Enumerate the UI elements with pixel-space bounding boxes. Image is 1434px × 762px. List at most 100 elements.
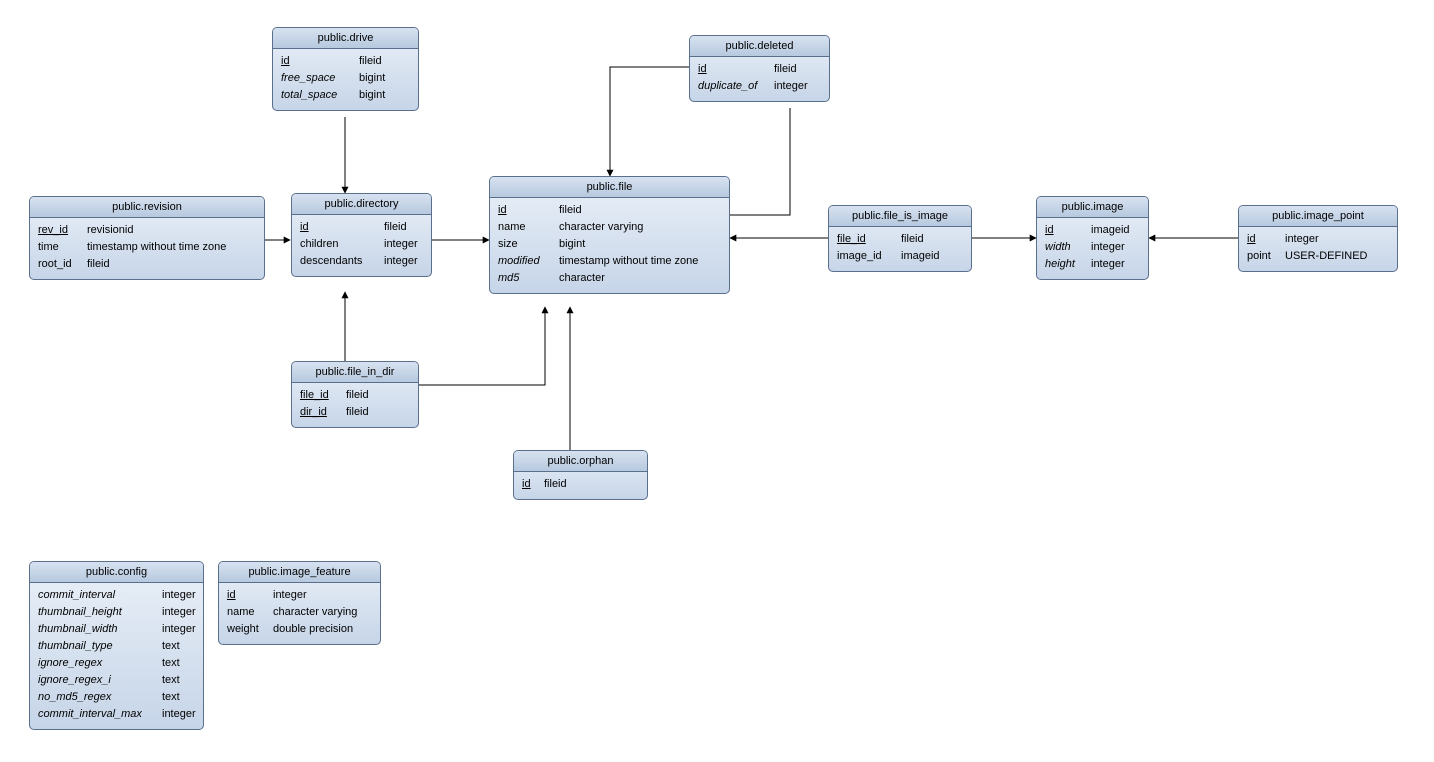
column-type: fileid	[544, 476, 567, 493]
column-type: fileid	[901, 231, 924, 248]
column-row: commit_intervalinteger	[38, 587, 195, 604]
column-row: idinteger	[1247, 231, 1389, 248]
column-type: fileid	[559, 202, 582, 219]
column-row: no_md5_regextext	[38, 689, 195, 706]
column-row: size bigint	[498, 236, 721, 253]
column-name: md5	[498, 270, 553, 287]
table-columns: idintegerpoint USER-DEFINED	[1239, 227, 1397, 271]
column-row: id fileid	[300, 219, 423, 236]
column-row: duplicate_ofinteger	[698, 78, 821, 95]
column-row: image_idimageid	[837, 248, 963, 265]
column-name: id	[522, 476, 538, 493]
column-row: commit_interval_maxinteger	[38, 706, 195, 723]
column-row: namecharacter varying	[498, 219, 721, 236]
column-row: root_idfileid	[38, 256, 256, 273]
column-row: idinteger	[227, 587, 372, 604]
column-row: thumbnail_widthinteger	[38, 621, 195, 638]
column-type: text	[162, 672, 180, 689]
column-name: descendants	[300, 253, 378, 270]
column-name: file_id	[300, 387, 340, 404]
column-row: file_idfileid	[300, 387, 410, 404]
table-title: public.orphan	[514, 451, 647, 472]
column-row: idfileid	[281, 53, 410, 70]
column-type: integer	[384, 253, 418, 270]
column-row: modifiedtimestamp without time zone	[498, 253, 721, 270]
column-name: name	[498, 219, 553, 236]
table-columns: idintegernamecharacter varyingweightdoub…	[219, 583, 380, 644]
column-type: integer	[273, 587, 307, 604]
column-row: idfileid	[698, 61, 821, 78]
table-title: public.file_is_image	[829, 206, 971, 227]
column-name: weight	[227, 621, 267, 638]
column-name: point	[1247, 248, 1279, 265]
column-type: character varying	[273, 604, 357, 621]
table-title: public.config	[30, 562, 203, 583]
column-type: integer	[162, 706, 196, 723]
column-name: id	[300, 219, 378, 236]
table-directory[interactable]: public.directory idfileidchildreninteger…	[291, 193, 432, 277]
column-row: timetimestamp without time zone	[38, 239, 256, 256]
table-file[interactable]: public.file idfileidnamecharacter varyin…	[489, 176, 730, 294]
table-title: public.file	[490, 177, 729, 198]
column-name: file_id	[837, 231, 895, 248]
table-columns: idfileidnamecharacter varyingsizebigintm…	[490, 198, 729, 293]
column-name: ignore_regex_i	[38, 672, 156, 689]
column-type: integer	[1091, 256, 1125, 273]
er-diagram-canvas: { "tables": { "drive": { "title": "publi…	[0, 0, 1434, 762]
column-row: free_space bigint	[281, 70, 410, 87]
table-image-feature[interactable]: public.image_feature idintegername charac…	[218, 561, 381, 645]
table-file-in-dir[interactable]: public.file_in_dir file_idfileiddir_idfi…	[291, 361, 419, 428]
column-row: heightinteger	[1045, 256, 1140, 273]
column-type: fileid	[384, 219, 407, 236]
table-columns: idfileidduplicate_ofinteger	[690, 57, 829, 101]
column-row: file_id fileid	[837, 231, 963, 248]
column-name: id	[698, 61, 768, 78]
table-columns: commit_intervalintegerthumbnail_heightin…	[30, 583, 203, 729]
column-row: id fileid	[522, 476, 639, 493]
table-file-is-image[interactable]: public.file_is_image file_id fileidimage_…	[828, 205, 972, 272]
table-title: public.deleted	[690, 36, 829, 57]
table-columns: idfileidfree_space biginttotal_spacebigin…	[273, 49, 418, 110]
relationship-edges	[0, 0, 1434, 762]
table-config[interactable]: public.config commit_intervalintegerthum…	[29, 561, 204, 730]
column-type: integer	[1285, 231, 1319, 248]
table-drive[interactable]: public.drive idfileidfree_space biginttot…	[272, 27, 419, 111]
column-type: imageid	[1091, 222, 1130, 239]
column-type: bigint	[359, 70, 385, 87]
table-title: public.image	[1037, 197, 1148, 218]
column-name: name	[227, 604, 267, 621]
column-type: revisionid	[87, 222, 133, 239]
column-type: integer	[162, 587, 196, 604]
column-row: descendants integer	[300, 253, 423, 270]
table-title: public.image_feature	[219, 562, 380, 583]
table-image[interactable]: public.image idimageidwidthintegerheight…	[1036, 196, 1149, 280]
column-row: total_spacebigint	[281, 87, 410, 104]
column-row: md5character	[498, 270, 721, 287]
column-name: free_space	[281, 70, 353, 87]
column-row: ignore_regex_i text	[38, 672, 195, 689]
column-type: imageid	[901, 248, 940, 265]
column-name: size	[498, 236, 553, 253]
column-type: fileid	[346, 404, 369, 421]
column-row: childreninteger	[300, 236, 423, 253]
table-columns: rev_idrevisionidtimetimestamp without ti…	[30, 218, 264, 279]
column-type: bigint	[559, 236, 585, 253]
column-type: text	[162, 638, 180, 655]
column-name: duplicate_of	[698, 78, 768, 95]
column-name: id	[281, 53, 353, 70]
table-revision[interactable]: public.revision rev_idrevisionidtimetime…	[29, 196, 265, 280]
table-deleted[interactable]: public.deleted idfileidduplicate_ofinteg…	[689, 35, 830, 102]
column-type: integer	[384, 236, 418, 253]
column-type: integer	[1091, 239, 1125, 256]
table-image-point[interactable]: public.image_point idintegerpointUSER-DE…	[1238, 205, 1398, 272]
table-orphan[interactable]: public.orphan id fileid	[513, 450, 648, 500]
table-columns: id fileidchildrenintegerdescendants intege…	[292, 215, 431, 276]
column-name: dir_id	[300, 404, 340, 421]
column-type: USER-DEFINED	[1285, 248, 1368, 265]
table-title: public.drive	[273, 28, 418, 49]
column-type: fileid	[87, 256, 110, 273]
column-type: text	[162, 655, 180, 672]
column-row: ignore_regextext	[38, 655, 195, 672]
table-columns: idimageidwidthintegerheightinteger	[1037, 218, 1148, 279]
column-type: integer	[162, 621, 196, 638]
